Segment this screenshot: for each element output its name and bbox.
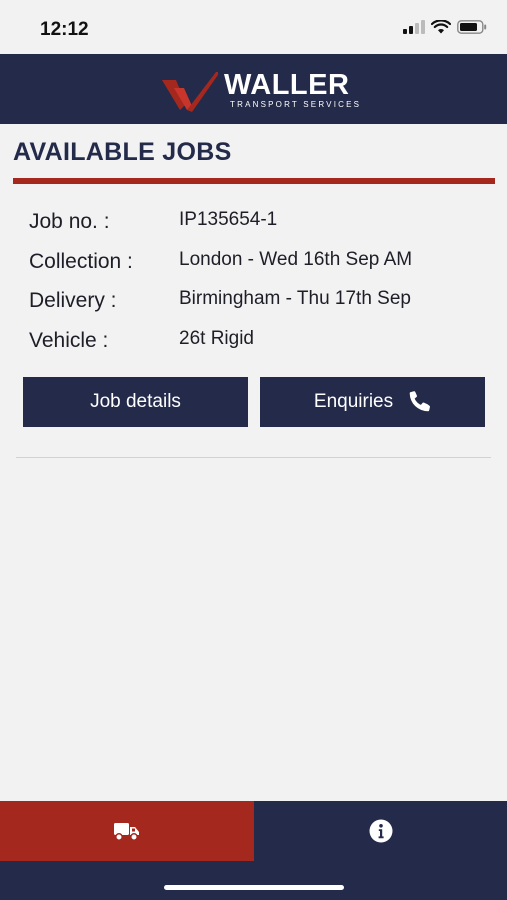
home-indicator	[164, 885, 344, 890]
job-details-label: Job details	[90, 391, 181, 412]
title-underline	[13, 178, 495, 184]
vehicle-label: Vehicle :	[29, 328, 109, 352]
wifi-icon	[431, 20, 451, 34]
tab-info[interactable]	[254, 801, 507, 861]
collection-row: Collection : London - Wed 16th Sep AM	[29, 246, 499, 286]
job-number-value: IP135654-1	[179, 209, 278, 230]
cellular-signal-icon	[403, 20, 425, 34]
waller-logo-mark	[162, 72, 218, 112]
truck-icon	[114, 823, 139, 841]
collection-value: London - Wed 16th Sep AM	[179, 248, 413, 270]
enquiries-button[interactable]: Enquiries	[260, 377, 485, 427]
page-title: AVAILABLE JOBS	[13, 138, 232, 166]
status-time: 12:12	[40, 19, 89, 40]
job-number-label: Job no. :	[29, 210, 110, 233]
delivery-label: Delivery :	[29, 289, 117, 312]
app-header: WALLER TRANSPORT SERVICES	[0, 54, 507, 124]
phone-icon	[409, 391, 431, 412]
vehicle-row: Vehicle : 26t Rigid	[29, 325, 499, 365]
waller-logo: WALLER TRANSPORT SERVICES	[160, 66, 361, 114]
status-bar: 12:12	[0, 0, 507, 54]
enquiries-label: Enquiries	[313, 391, 394, 412]
battery-icon	[457, 20, 487, 34]
brand-name: WALLER	[224, 69, 350, 101]
vehicle-value: 26t Rigid	[179, 327, 254, 349]
delivery-value: Birmingham - Thu 17th Sep	[179, 288, 411, 309]
job-number-row: Job no. : IP135654-1	[29, 206, 499, 246]
collection-label: Collection :	[29, 249, 133, 273]
info-icon	[369, 819, 392, 843]
job-divider	[16, 457, 491, 458]
tab-jobs[interactable]	[0, 801, 254, 861]
brand-tagline: TRANSPORT SERVICES	[230, 100, 362, 109]
job-details-button[interactable]: Job details	[23, 377, 248, 427]
delivery-row: Delivery : Birmingham - Thu 17th Sep	[29, 285, 499, 325]
status-icons	[403, 20, 487, 34]
job-card: Job no. : IP135654-1 Collection : London…	[29, 206, 499, 364]
